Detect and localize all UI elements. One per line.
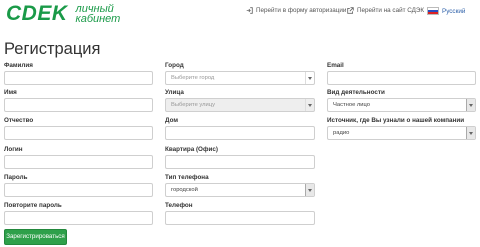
firstname-label: Имя <box>4 89 17 96</box>
activity-value: Частное лицо <box>333 102 371 108</box>
apartment-label: Квартира (Офис) <box>165 146 218 153</box>
logo-mark: СDEK <box>6 2 68 25</box>
firstname-input[interactable] <box>4 98 153 112</box>
phone-type-label: Тип телефона <box>165 174 209 181</box>
email-label: Email <box>327 62 344 69</box>
street-select[interactable]: Выберите улицу <box>165 98 315 112</box>
site-link-label: Перейти на сайт СДЭК <box>357 7 425 14</box>
city-label: Город <box>165 62 184 69</box>
lastname-label: Фамилия <box>4 62 33 69</box>
source-value: радио <box>333 130 350 136</box>
language-selector[interactable]: Русский <box>427 7 465 15</box>
chevron-down-icon <box>305 99 314 111</box>
auth-link-label: Перейти в форму авторизации <box>256 7 347 14</box>
password-input[interactable] <box>4 183 153 197</box>
source-label: Источник, где Вы узнали о нашей компании <box>327 117 465 124</box>
password-repeat-label: Повторите пароль <box>4 202 62 209</box>
city-select[interactable]: Выберите город <box>165 71 315 85</box>
phone-type-select[interactable]: городской <box>165 183 315 197</box>
sign-in-icon <box>246 7 253 14</box>
middlename-label: Отчество <box>4 117 34 124</box>
chevron-down-icon <box>466 99 475 111</box>
activity-label: Вид деятельности <box>327 89 385 96</box>
street-label: Улица <box>165 89 184 96</box>
register-button[interactable]: Зарегистрироваться <box>4 229 67 245</box>
house-input[interactable] <box>165 126 315 140</box>
header: СDEK личный кабинет Перейти в форму авто… <box>0 0 480 30</box>
phone-input[interactable] <box>165 211 315 225</box>
house-label: Дом <box>165 117 178 124</box>
chevron-down-icon <box>305 72 314 84</box>
password-label: Пароль <box>4 174 28 181</box>
site-link[interactable]: Перейти на сайт СДЭК <box>347 7 424 14</box>
page-title: Регистрация <box>4 40 101 58</box>
phone-label: Телефон <box>165 202 193 209</box>
chevron-down-icon <box>305 184 314 196</box>
street-placeholder: Выберите улицу <box>171 102 216 108</box>
email-input[interactable] <box>327 71 476 85</box>
logo-subtitle: личный кабинет <box>75 4 121 25</box>
middlename-input[interactable] <box>4 126 153 140</box>
city-placeholder: Выберите город <box>171 75 215 81</box>
login-input[interactable] <box>4 155 153 169</box>
phone-type-value: городской <box>171 187 198 193</box>
external-link-icon <box>347 7 354 14</box>
password-repeat-input[interactable] <box>4 211 153 225</box>
auth-link[interactable]: Перейти в форму авторизации <box>246 7 346 14</box>
cdek-logo[interactable]: СDEK личный кабинет <box>6 1 120 27</box>
activity-select[interactable]: Частное лицо <box>327 98 476 112</box>
login-label: Логин <box>4 146 23 153</box>
language-label: Русский <box>442 7 466 15</box>
russian-flag-icon <box>427 7 439 15</box>
source-select[interactable]: радио <box>327 126 476 140</box>
lastname-input[interactable] <box>4 71 153 85</box>
logo-subtitle-line2: кабинет <box>75 13 121 25</box>
chevron-down-icon <box>466 127 475 139</box>
apartment-input[interactable] <box>165 155 315 169</box>
